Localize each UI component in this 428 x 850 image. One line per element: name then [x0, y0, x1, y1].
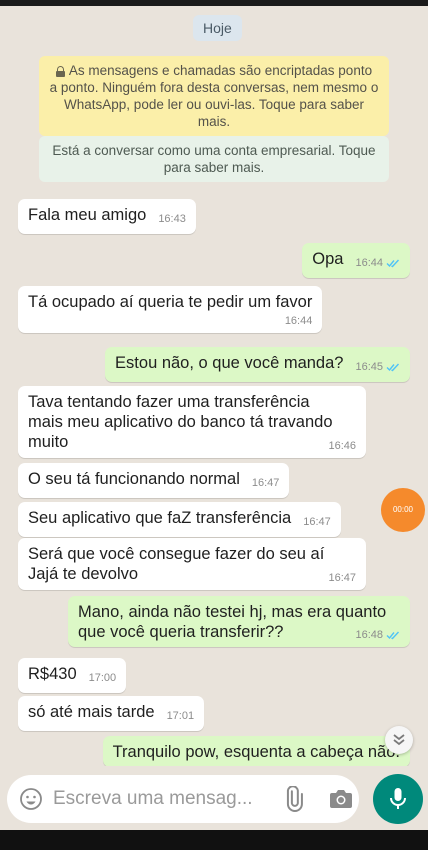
scroll-to-bottom-button[interactable]	[385, 726, 413, 754]
double-check-icon	[386, 631, 400, 640]
message-text: Tranquilo pow, esquenta a cabeça não.	[112, 743, 400, 761]
business-account-notice[interactable]: Está a conversar como uma conta empresar…	[39, 136, 389, 182]
message-text: O seu tá funcionando normal	[28, 470, 240, 488]
camera-icon[interactable]	[328, 787, 354, 811]
message-outgoing[interactable]: Mano, ainda não testei hj, mas era quant…	[68, 596, 410, 647]
microphone-icon	[390, 788, 406, 809]
double-check-icon	[386, 259, 400, 268]
message-time: 16:47	[251, 477, 280, 489]
message-input[interactable]: Escreva uma mensag...	[53, 788, 253, 810]
paperclip-icon[interactable]	[282, 786, 306, 812]
lock-icon	[55, 66, 65, 77]
emoji-icon[interactable]	[19, 787, 43, 811]
message-time: 16:47	[303, 516, 331, 528]
message-text: Fala meu amigo	[28, 206, 147, 224]
mic-button[interactable]	[373, 774, 423, 824]
message-time: 16:45	[355, 357, 400, 377]
chat-area[interactable]: Hoje As mensagens e chamadas são encript…	[0, 6, 428, 766]
chevron-down-double-icon	[393, 734, 405, 746]
message-text: Seu aplicativo que faZ transferência	[28, 509, 292, 527]
double-check-icon	[386, 363, 400, 372]
date-separator: Hoje	[193, 15, 242, 41]
message-outgoing[interactable]: Tranquilo pow, esquenta a cabeça não.	[102, 736, 410, 766]
system-navigation-bar	[0, 830, 428, 850]
floating-timer-bubble[interactable]: 00:00	[381, 488, 425, 532]
message-time: 17:00	[88, 672, 117, 684]
message-time: 16:44	[284, 315, 313, 327]
message-incoming[interactable]: O seu tá funcionando normal 16:47	[18, 463, 290, 498]
message-time: 16:44	[355, 253, 400, 273]
message-incoming[interactable]: Fala meu amigo 16:43	[18, 199, 196, 234]
message-input-bar: Escreva uma mensag...	[7, 775, 359, 823]
message-incoming[interactable]: Seu aplicativo que faZ transferência 16:4…	[18, 502, 341, 537]
message-incoming[interactable]: Tá ocupado aí queria te pedir um favor 16…	[18, 286, 323, 333]
message-time: 16:46	[328, 440, 356, 452]
business-notice-text: Está a conversar como uma conta empresar…	[52, 143, 376, 175]
message-text: Opa	[312, 250, 344, 268]
message-text: Tá ocupado aí queria te pedir um favor	[28, 293, 313, 311]
message-text: Estou não, o que você manda?	[115, 354, 344, 372]
message-incoming[interactable]: só até mais tarde 17:01	[18, 696, 205, 731]
encryption-notice[interactable]: As mensagens e chamadas são encriptadas …	[39, 56, 389, 136]
message-outgoing[interactable]: Estou não, o que você manda? 16:45	[105, 347, 410, 382]
message-time: 17:01	[166, 710, 195, 722]
message-outgoing[interactable]: Opa 16:44	[302, 243, 410, 278]
message-time: 16:43	[158, 213, 186, 225]
message-incoming[interactable]: Será que você consegue fazer do seu aí J…	[18, 538, 366, 590]
message-text: só até mais tarde	[28, 703, 155, 721]
message-incoming[interactable]: R$430 17:00	[18, 658, 127, 693]
message-text: R$430	[28, 665, 77, 683]
message-incoming[interactable]: Tava tentando fazer uma transferência ma…	[18, 386, 366, 458]
encryption-notice-text: As mensagens e chamadas são encriptadas …	[49, 63, 379, 129]
